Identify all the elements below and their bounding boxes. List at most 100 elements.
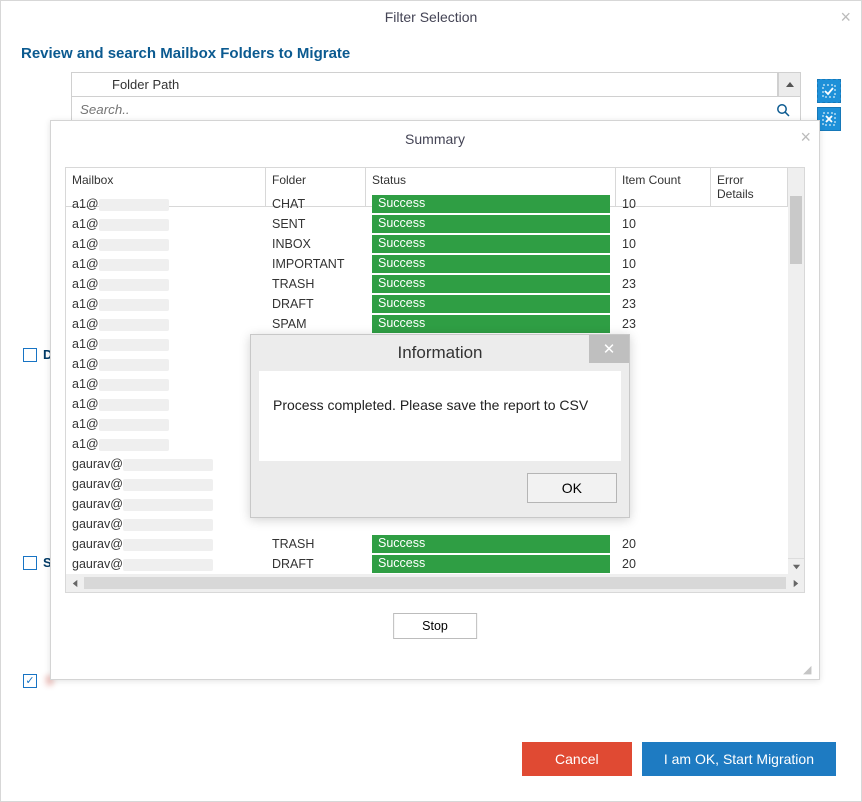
cell-mailbox: a1@. bbox=[66, 336, 266, 352]
select-all-toggle[interactable] bbox=[817, 79, 841, 103]
stop-button[interactable]: Stop bbox=[393, 613, 477, 639]
table-row[interactable]: a1@.DRAFTSuccess23 bbox=[66, 294, 804, 314]
scrollbar-thumb[interactable] bbox=[790, 196, 802, 264]
horizontal-scrollbar[interactable] bbox=[66, 574, 804, 592]
cell-mailbox: gaurav@. bbox=[66, 536, 266, 552]
status-badge: Success bbox=[372, 215, 610, 233]
search-icon[interactable] bbox=[776, 103, 800, 117]
cell-item-count bbox=[616, 383, 726, 385]
cell-status bbox=[366, 523, 616, 525]
cell-folder bbox=[266, 523, 366, 525]
cell-mailbox: gaurav@. bbox=[66, 516, 266, 532]
cell-status: Success bbox=[366, 274, 616, 294]
summary-title: Summary bbox=[51, 121, 819, 157]
cell-folder: SPAM bbox=[266, 316, 366, 332]
table-row[interactable]: a1@.INBOX Success 10 bbox=[66, 234, 804, 254]
cell-folder: IMPORTANT bbox=[266, 256, 366, 272]
info-message: Process completed. Please save the repor… bbox=[259, 371, 621, 461]
cell-item-count bbox=[616, 363, 726, 365]
cell-folder: TRASH bbox=[266, 536, 366, 552]
table-row[interactable]: a1@.SPAM Success 23 bbox=[66, 314, 804, 334]
cell-item-count: 23 bbox=[616, 316, 726, 332]
cancel-button[interactable]: Cancel bbox=[522, 742, 632, 776]
table-row[interactable]: gaurav@.DRAFTSuccess20 bbox=[66, 554, 804, 574]
cell-status: Success bbox=[366, 254, 616, 274]
cell-mailbox: gaurav@. bbox=[66, 476, 266, 492]
cell-folder: DRAFT bbox=[266, 296, 366, 312]
folder-path-search: Folder Path bbox=[71, 72, 801, 123]
cell-mailbox: a1@. bbox=[66, 296, 266, 312]
cell-status: Success bbox=[366, 234, 616, 254]
cell-status: Success bbox=[366, 314, 616, 334]
cell-folder: CHAT bbox=[266, 196, 366, 212]
cell-item-count: 23 bbox=[616, 296, 726, 312]
scroll-left-icon[interactable] bbox=[66, 574, 84, 592]
cell-mailbox: a1@. bbox=[66, 376, 266, 392]
cell-item-count bbox=[616, 403, 726, 405]
status-badge: Success bbox=[372, 255, 610, 273]
cell-mailbox: a1@. bbox=[66, 196, 266, 212]
cell-mailbox: a1@. bbox=[66, 216, 266, 232]
table-row[interactable]: a1@.TRASHSuccess23 bbox=[66, 274, 804, 294]
table-row[interactable]: a1@.CHAT Success 10 bbox=[66, 194, 804, 214]
cell-mailbox: a1@. bbox=[66, 236, 266, 252]
status-badge: Success bbox=[372, 235, 610, 253]
cell-status: Success bbox=[366, 554, 616, 574]
search-input[interactable] bbox=[72, 97, 776, 122]
section-heading: Review and search Mailbox Folders to Mig… bbox=[1, 33, 861, 72]
status-badge: Success bbox=[372, 195, 610, 213]
option-checkbox-d[interactable]: D bbox=[23, 347, 52, 362]
scroll-right-icon[interactable] bbox=[786, 574, 804, 592]
dialog-title: Filter Selection bbox=[1, 1, 861, 33]
option-checkbox-s[interactable]: S bbox=[23, 555, 52, 570]
cell-item-count: 20 bbox=[616, 556, 726, 572]
cell-item-count: 10 bbox=[616, 236, 726, 252]
information-dialog: Information ✕ Process completed. Please … bbox=[250, 334, 630, 518]
close-icon[interactable]: × bbox=[800, 127, 811, 148]
cell-mailbox: gaurav@. bbox=[66, 496, 266, 512]
table-row[interactable]: a1@.IMPORTANT Success 10 bbox=[66, 254, 804, 274]
table-row[interactable]: a1@.SENTSuccess10 bbox=[66, 214, 804, 234]
scrollbar-track[interactable] bbox=[84, 577, 786, 589]
cell-item-count: 20 bbox=[616, 536, 726, 552]
status-badge: Success bbox=[372, 535, 610, 553]
cell-folder: DRAFT bbox=[266, 556, 366, 572]
folder-path-column-header[interactable]: Folder Path bbox=[72, 73, 778, 96]
close-icon[interactable]: × bbox=[840, 7, 851, 28]
close-icon[interactable]: ✕ bbox=[589, 335, 629, 363]
cell-item-count: 23 bbox=[616, 276, 726, 292]
resize-grip-icon[interactable]: ◢ bbox=[803, 663, 815, 675]
cell-item-count: 10 bbox=[616, 216, 726, 232]
vertical-scrollbar[interactable] bbox=[788, 194, 804, 574]
status-badge: Success bbox=[372, 555, 610, 573]
table-row[interactable]: gaurav@.TRASH Success 20 bbox=[66, 534, 804, 554]
cell-mailbox: a1@. bbox=[66, 436, 266, 452]
cell-folder: INBOX bbox=[266, 236, 366, 252]
cell-folder: TRASH bbox=[266, 276, 366, 292]
cell-status: Success bbox=[366, 534, 616, 554]
cell-item-count: 10 bbox=[616, 196, 726, 212]
cell-item-count bbox=[616, 523, 726, 525]
cell-mailbox: gaurav@. bbox=[66, 456, 266, 472]
info-title: Information bbox=[397, 343, 482, 363]
status-badge: Success bbox=[372, 315, 610, 333]
cell-item-count: 10 bbox=[616, 256, 726, 272]
start-migration-button[interactable]: I am OK, Start Migration bbox=[642, 742, 836, 776]
checkbox-checked-icon[interactable]: ✓ bbox=[23, 674, 37, 688]
sort-ascending-icon[interactable] bbox=[778, 73, 800, 96]
cell-item-count bbox=[616, 343, 726, 345]
cell-mailbox: a1@. bbox=[66, 256, 266, 272]
cell-item-count bbox=[616, 423, 726, 425]
scroll-down-icon[interactable] bbox=[788, 558, 804, 574]
clear-all-toggle[interactable] bbox=[817, 107, 841, 131]
cell-mailbox: a1@. bbox=[66, 276, 266, 292]
cell-mailbox: a1@. bbox=[66, 416, 266, 432]
cell-item-count bbox=[616, 503, 726, 505]
cell-mailbox: a1@. bbox=[66, 316, 266, 332]
cell-mailbox: a1@. bbox=[66, 396, 266, 412]
ok-button[interactable]: OK bbox=[527, 473, 617, 503]
cell-mailbox: a1@. bbox=[66, 356, 266, 372]
cell-status: Success bbox=[366, 214, 616, 234]
cell-status: Success bbox=[366, 294, 616, 314]
cell-item-count bbox=[616, 463, 726, 465]
